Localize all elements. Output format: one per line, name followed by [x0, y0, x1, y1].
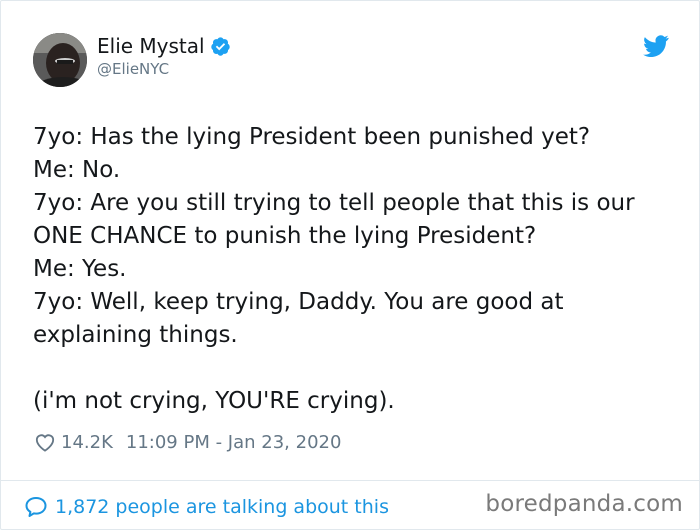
tweet-text: 7yo: Has the lying President been punish… — [33, 124, 635, 414]
speech-bubble-icon — [24, 495, 48, 519]
tweet-card: Elie Mystal @ElieNYC 7yo: Has the lying … — [0, 0, 700, 530]
like-count[interactable]: 14.2K — [61, 432, 113, 453]
divider — [1, 480, 699, 481]
conversation-label[interactable]: 1,872 people are talking about this — [55, 496, 389, 518]
author-handle[interactable]: @ElieNYC — [97, 60, 169, 78]
tweet-timestamp[interactable]: 11:09 PM - Jan 23, 2020 — [126, 432, 342, 453]
tweet-meta: 14.2K 11:09 PM - Jan 23, 2020 — [34, 429, 341, 455]
heart-icon[interactable] — [34, 432, 56, 452]
avatar-image — [33, 33, 87, 87]
author-display-name[interactable]: Elie Mystal — [97, 34, 205, 58]
watermark: boredpanda.com — [485, 491, 683, 517]
conversation-link[interactable]: 1,872 people are talking about this — [24, 493, 389, 521]
verified-badge-icon — [210, 36, 231, 57]
avatar[interactable] — [33, 33, 87, 87]
twitter-bird-icon[interactable] — [643, 35, 669, 58]
author-name-row[interactable]: Elie Mystal — [97, 34, 231, 58]
